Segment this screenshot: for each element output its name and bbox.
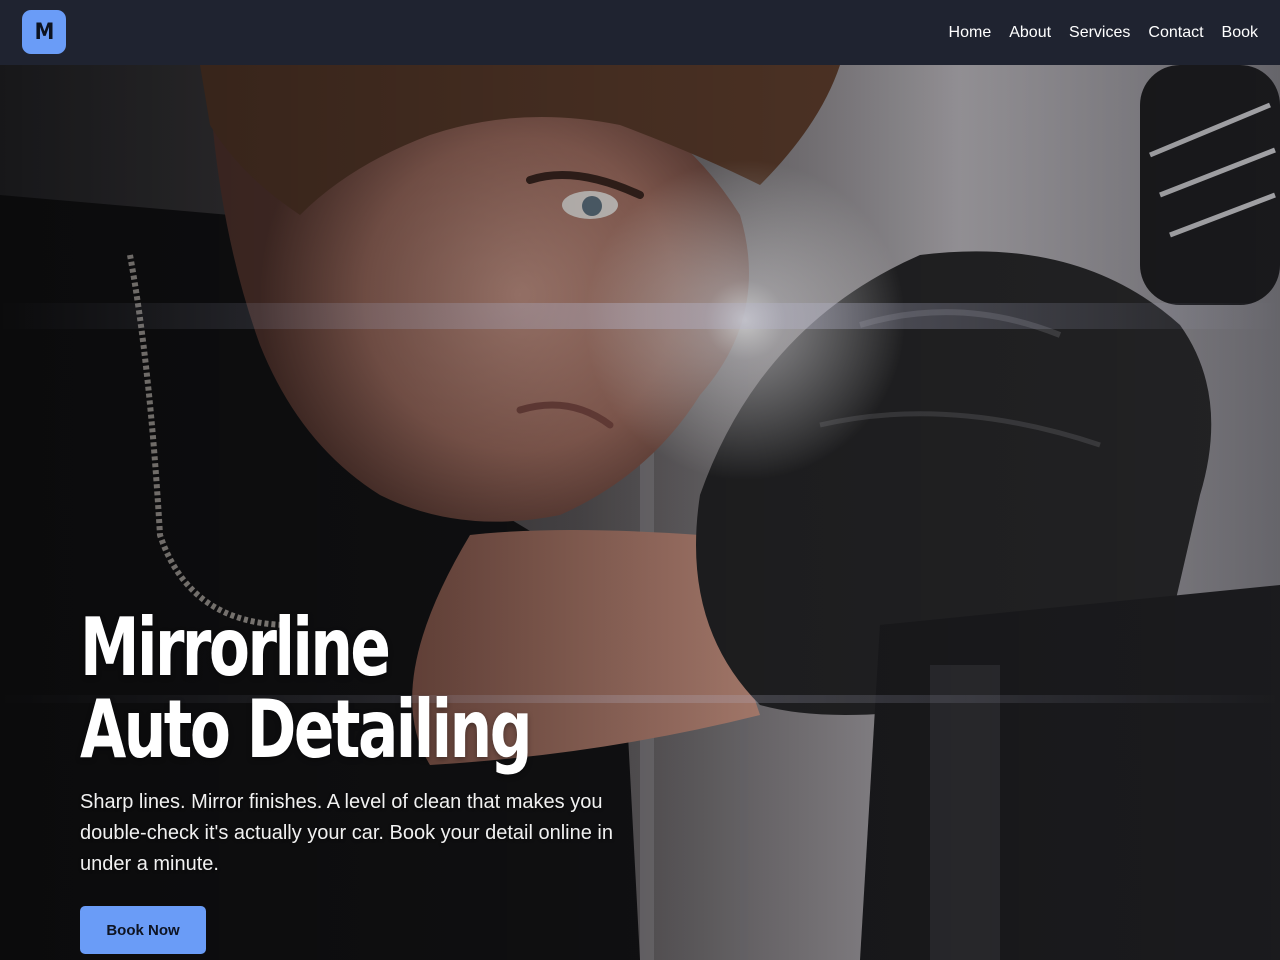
hero-subtitle: Sharp lines. Mirror finishes. A level of… [80,791,613,875]
main-nav: Home About Services Contact Book [949,0,1258,65]
nav-link-about[interactable]: About [1009,24,1051,42]
logo-letter: M [34,19,55,45]
brand-logo[interactable]: M [22,10,66,54]
hero-section: Mirrorline Auto Detailing Sharp lines. M… [0,65,1280,960]
nav-link-contact[interactable]: Contact [1148,24,1203,42]
book-now-button[interactable]: Book Now [80,906,206,954]
top-navbar: M Home About Services Contact Book [0,0,1280,65]
nav-link-home[interactable]: Home [949,24,992,42]
nav-link-services[interactable]: Services [1069,24,1130,42]
hero-title-line-2: Auto Detailing [80,683,532,776]
hero-title-line-1: Mirrorline [80,601,391,694]
hero-content: Mirrorline Auto Detailing Sharp lines. M… [80,607,680,954]
hero-title: Mirrorline Auto Detailing [80,607,578,771]
nav-link-book[interactable]: Book [1222,24,1258,42]
